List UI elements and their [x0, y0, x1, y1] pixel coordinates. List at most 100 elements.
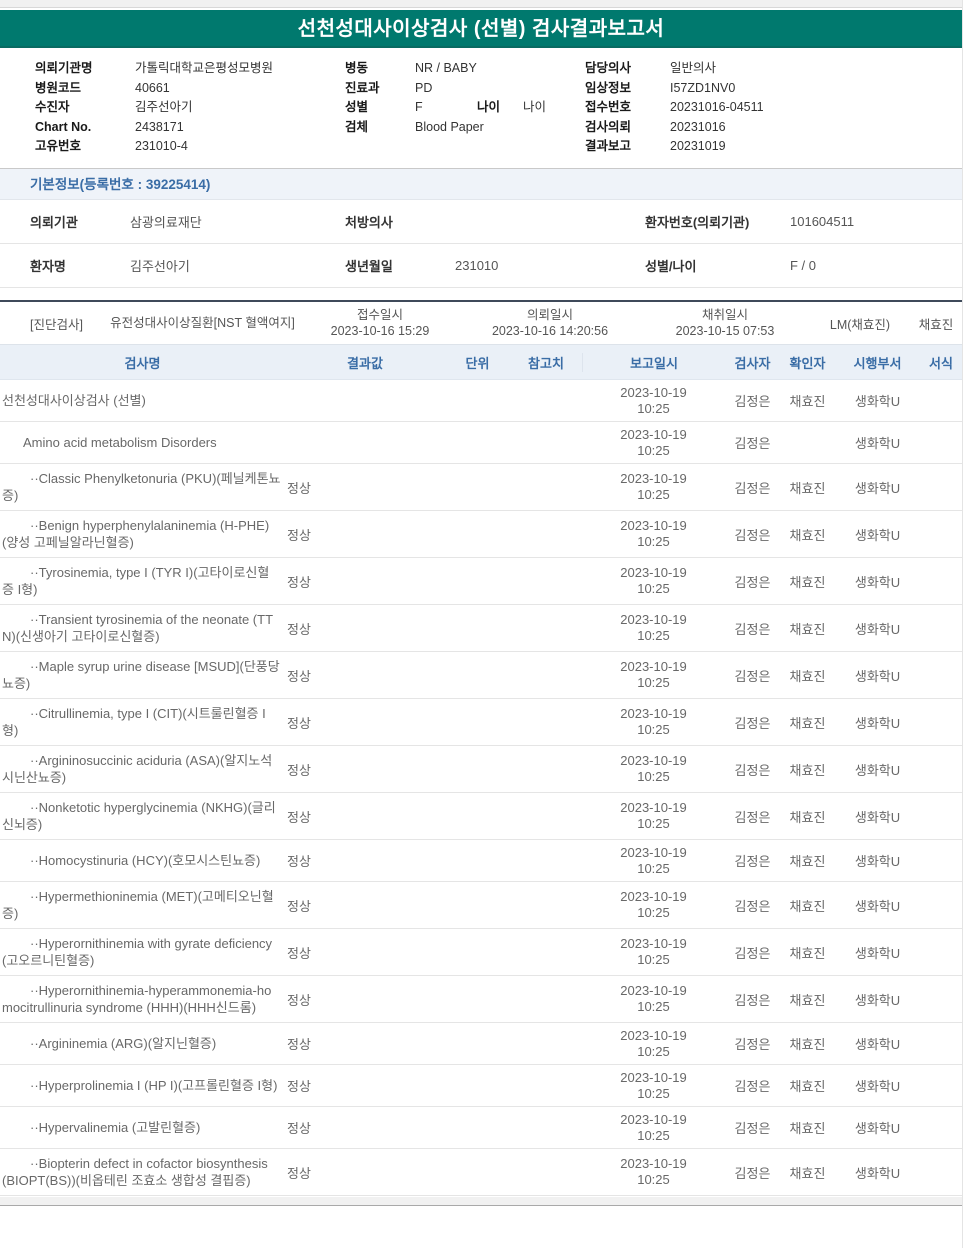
patient-header-row: 수진자 김주선아기	[35, 98, 335, 118]
field-value: 김주선아기	[130, 259, 190, 274]
confirmer-name: 채효진	[789, 480, 826, 496]
dept-name: 생화학U	[854, 574, 901, 590]
table-row: ··Benign hyperphenylalaninemia (H-PHE)(양…	[0, 511, 962, 558]
dept-name: 생화학U	[854, 945, 901, 961]
report-time: 10:25	[637, 1127, 670, 1143]
patient-header-row: 접수번호 20231016-04511	[585, 98, 945, 118]
result-value: 정상	[287, 992, 311, 1008]
patient-header-row: 병원코드 40661	[35, 79, 335, 99]
report-date: 2023-10-19	[620, 659, 687, 674]
confirmer-name: 채효진	[789, 527, 826, 543]
result-value: 정상	[287, 1121, 311, 1136]
field-label: 고유번호	[35, 139, 82, 153]
report-date: 2023-10-19	[620, 612, 687, 627]
report-time: 10:25	[637, 400, 670, 416]
field-label: 병동	[345, 61, 369, 75]
report-date: 2023-10-19	[620, 384, 687, 400]
field-label: 처방의사	[345, 215, 393, 230]
result-value: 정상	[287, 480, 311, 496]
field-label: 의뢰기관	[30, 215, 78, 230]
report-datetime: 2023-10-19 10:25	[582, 889, 725, 921]
confirmer-name: 채효진	[789, 621, 826, 637]
dept-name: 생화학U	[854, 809, 901, 825]
column-header-tester: 검사자	[734, 355, 771, 371]
patient-header-middle-column: 병동 NR / BABY 진료과 PD 성별 F 나이 나이 검체 Blood Paper	[345, 59, 580, 137]
tester-name: 김정은	[734, 436, 771, 451]
field-value: 삼광의료재단	[130, 215, 202, 230]
test-name: ··Nonketotic hyperglycinemia (NKHG)(글리신뇌…	[2, 800, 276, 832]
test-name: ··Hyperornithinemia with gyrate deficien…	[2, 936, 273, 968]
tester-name: 김정은	[734, 527, 771, 543]
table-row: ··Tyrosinemia, type I (TYR I)(고타이로신혈증 I형…	[0, 558, 962, 605]
basic-info-rows: 의뢰기관 삼광의료재단 처방의사 환자번호(의뢰기관) 101604511 환자명 김주선아…	[0, 200, 962, 288]
field-label: 진료과	[345, 80, 380, 95]
result-value: 정상	[287, 762, 311, 778]
lab-report-page: 선천성대사이상검사 (선별) 검사결과보고서 의뢰기관명 가톨릭대학교은평성모병원…	[0, 0, 963, 1248]
tester-name: 김정은	[734, 574, 771, 590]
report-datetime: 2023-10-19 10:25	[582, 706, 725, 738]
report-time: 10:25	[637, 722, 670, 737]
field-value: I57ZD1NV0	[670, 80, 736, 95]
report-date: 2023-10-19	[620, 1069, 687, 1085]
field-label: 검체	[345, 119, 369, 134]
field-label: 의뢰기관명	[35, 61, 93, 75]
report-date: 2023-10-19	[620, 1027, 687, 1043]
collected-label: 채취일시	[701, 308, 748, 322]
result-value: 정상	[287, 1037, 311, 1052]
diagnosis-bar: [진단검사] 유전성대사이상질환[NST 혈액여지] 접수일시 2023-10-…	[0, 300, 962, 345]
column-header-name: 검사명	[124, 355, 161, 371]
report-title-banner: 선천성대사이상검사 (선별) 검사결과보고서	[0, 10, 962, 48]
age-field-value: 나이	[523, 100, 547, 114]
report-date: 2023-10-19	[620, 565, 687, 580]
test-name: ··Maple syrup urine disease [MSUD](단풍당뇨증…	[2, 659, 280, 691]
result-value: 정상	[287, 527, 311, 543]
test-name: Amino acid metabolism Disorders	[23, 435, 217, 450]
field-label: 환자명	[30, 259, 66, 274]
table-row: ··Hyperprolinemia I (HP I)(고프롤린혈증 I형) 정상 2…	[0, 1065, 962, 1107]
report-date: 2023-10-19	[620, 426, 687, 442]
dept-name: 생화학U	[854, 715, 901, 731]
collected-value: 2023-10-15 07:53	[675, 324, 775, 338]
patient-header-left-column: 의뢰기관명 가톨릭대학교은평성모병원 병원코드 40661 수진자 김주선아기 Chart …	[35, 59, 335, 157]
requested-datetime: 의뢰일시 2023-10-16 14:20:56	[460, 307, 640, 339]
confirmer-name: 채효진	[789, 574, 826, 590]
report-datetime: 2023-10-19 10:25	[582, 385, 725, 417]
dept-name: 생화학U	[854, 436, 901, 451]
dept-name: 생화학U	[854, 621, 901, 637]
tester-name: 김정은	[734, 394, 771, 409]
field-label: 병원코드	[35, 80, 82, 95]
report-time: 10:25	[637, 860, 670, 876]
patient-header: 의뢰기관명 가톨릭대학교은평성모병원 병원코드 40661 수진자 김주선아기 Chart …	[0, 48, 962, 160]
patient-header-right-column: 담당의사 일반의사 임상정보 I57ZD1NV0 접수번호 20231016-04511 검…	[585, 59, 945, 157]
table-row: ··Maple syrup urine disease [MSUD](단풍당뇨증…	[0, 652, 962, 699]
report-date: 2023-10-19	[620, 471, 687, 486]
report-time: 10:25	[637, 905, 670, 920]
report-time: 10:25	[637, 1172, 670, 1187]
field-value: F / 0	[790, 258, 817, 273]
dept-name: 생화학U	[854, 527, 901, 543]
field-value: PD	[415, 80, 433, 95]
report-time: 10:25	[637, 816, 670, 831]
report-time: 10:25	[637, 1085, 670, 1101]
diagnosis-tag: [진단검사]	[30, 317, 83, 332]
result-value: 정상	[287, 809, 311, 825]
tester-name: 김정은	[734, 715, 771, 731]
test-name: ··Classic Phenylketonuria (PKU)(페닐케톤뇨증)	[2, 471, 281, 503]
report-time: 10:25	[637, 442, 670, 458]
field-value: Blood Paper	[415, 119, 484, 134]
diagnosis-group-name: 유전성대사이상질환[NST 혈액여지]	[110, 315, 295, 330]
results-table-header: 검사명 결과값 단위 참고치 보고일시 검사자 확인자 시행부서 서식	[0, 345, 962, 380]
top-strip	[0, 0, 962, 8]
report-time: 10:25	[637, 628, 670, 643]
dept-name: 생화학U	[854, 898, 901, 914]
dept-name: 생화학U	[854, 992, 901, 1008]
column-header-confirmer: 확인자	[789, 355, 826, 371]
tester-name: 김정은	[734, 668, 771, 684]
field-value: 20231016-04511	[670, 100, 764, 114]
patient-header-row: 임상정보 I57ZD1NV0	[585, 79, 945, 99]
dept-name: 생화학U	[854, 1079, 901, 1094]
report-date: 2023-10-19	[620, 983, 687, 998]
field-label: 결과보고	[585, 139, 632, 153]
test-name: ··Hypervalinemia (고발린혈증)	[30, 1120, 201, 1135]
field-value: 40661	[135, 80, 170, 95]
